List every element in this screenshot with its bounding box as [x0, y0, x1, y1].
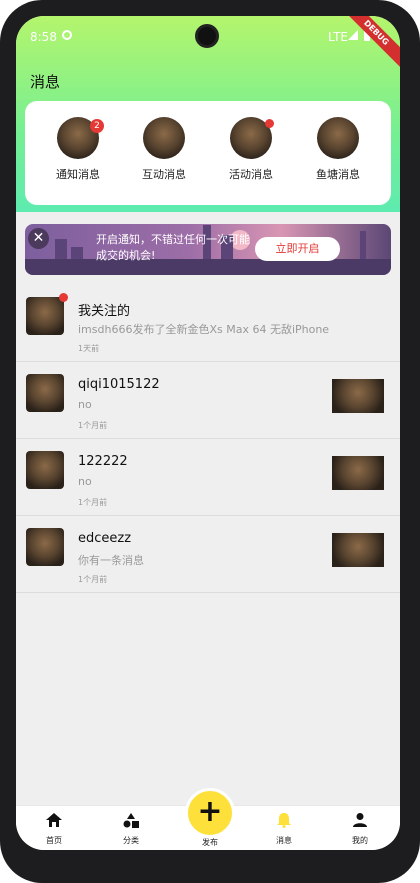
cat-avatar [143, 117, 185, 159]
message-name: qiqi1015122 [78, 377, 160, 392]
banner-text: 开启通知，不错过任何一次可能成交的机会! [96, 233, 250, 262]
category-activities[interactable]: 活动消息 [219, 117, 283, 182]
message-row[interactable]: 122222 no 1个月前 [16, 439, 400, 516]
item-thumbnail [332, 533, 384, 567]
message-avatar [26, 451, 64, 489]
sync-icon [62, 30, 72, 40]
item-thumbnail [332, 379, 384, 413]
nav-label: 消息 [276, 836, 292, 845]
unread-dot [265, 119, 274, 128]
nav-category[interactable]: 分类 [101, 812, 161, 846]
status-time: 8:58 [30, 30, 57, 44]
notification-banner: ✕ 开启通知，不错过任何一次可能成交的机会! 立即开启 [25, 224, 391, 275]
message-row[interactable]: edceezz 你有一条消息 1个月前 [16, 516, 400, 593]
message-name: edceezz [78, 531, 132, 546]
item-thumbnail [332, 456, 384, 490]
plus-icon: + [197, 794, 223, 829]
category-notifications[interactable]: 2 通知消息 [46, 117, 110, 182]
category-label: 互动消息 [142, 168, 186, 181]
category-label: 通知消息 [56, 168, 100, 181]
message-time: 1天前 [78, 344, 100, 353]
device-frame: 8:58 LTE DEBUG 消息 2 通知消息 互动消息 活动消息 鱼塘消息 … [0, 0, 420, 883]
publish-label: 发布 [202, 838, 218, 847]
nav-label: 我的 [352, 836, 368, 845]
message-row[interactable]: qiqi1015122 no 1个月前 [16, 362, 400, 439]
message-name: 122222 [78, 454, 128, 469]
category-fishpond[interactable]: 鱼塘消息 [306, 117, 370, 182]
category-card: 2 通知消息 互动消息 活动消息 鱼塘消息 [25, 101, 391, 205]
unread-dot [59, 293, 68, 302]
message-avatar [26, 297, 64, 335]
message-time: 1个月前 [78, 421, 108, 430]
message-name: 我关注的 [78, 304, 131, 319]
close-icon[interactable]: ✕ [28, 228, 49, 249]
camera-cutout [195, 24, 219, 48]
home-icon [46, 813, 62, 827]
signal-icon [348, 30, 358, 40]
nav-messages[interactable]: 消息 [254, 812, 314, 846]
nav-label: 分类 [123, 836, 139, 845]
message-list: 我关注的 imsdh666发布了全新金色Xs Max 64 无敌iPhone 1… [16, 285, 400, 593]
message-avatar [26, 528, 64, 566]
message-time: 1个月前 [78, 575, 108, 584]
nav-label: 首页 [46, 836, 62, 845]
bell-icon [277, 813, 291, 828]
enable-notifications-button[interactable]: 立即开启 [255, 237, 340, 261]
category-label: 活动消息 [229, 168, 273, 181]
message-subtitle: 你有一条消息 [78, 554, 144, 567]
page-title: 消息 [30, 73, 61, 91]
unread-badge: 2 [90, 119, 104, 133]
nav-home[interactable]: 首页 [24, 812, 84, 846]
message-subtitle: no [78, 475, 92, 488]
network-label: LTE [328, 30, 348, 44]
category-label: 鱼塘消息 [316, 168, 360, 181]
category-icon [123, 813, 139, 828]
status-bar: 8:58 LTE DEBUG [16, 16, 400, 74]
cat-avatar [317, 117, 359, 159]
publish-button[interactable]: + [185, 788, 235, 838]
category-interactions[interactable]: 互动消息 [132, 117, 196, 182]
nav-profile[interactable]: 我的 [330, 812, 390, 846]
message-avatar [26, 374, 64, 412]
person-icon [353, 813, 367, 827]
message-subtitle: imsdh666发布了全新金色Xs Max 64 无敌iPhone [78, 323, 330, 336]
message-row[interactable]: 我关注的 imsdh666发布了全新金色Xs Max 64 无敌iPhone 1… [16, 285, 400, 362]
message-subtitle: no [78, 398, 92, 411]
phone-screen: 8:58 LTE DEBUG 消息 2 通知消息 互动消息 活动消息 鱼塘消息 … [16, 16, 400, 850]
message-time: 1个月前 [78, 498, 108, 507]
